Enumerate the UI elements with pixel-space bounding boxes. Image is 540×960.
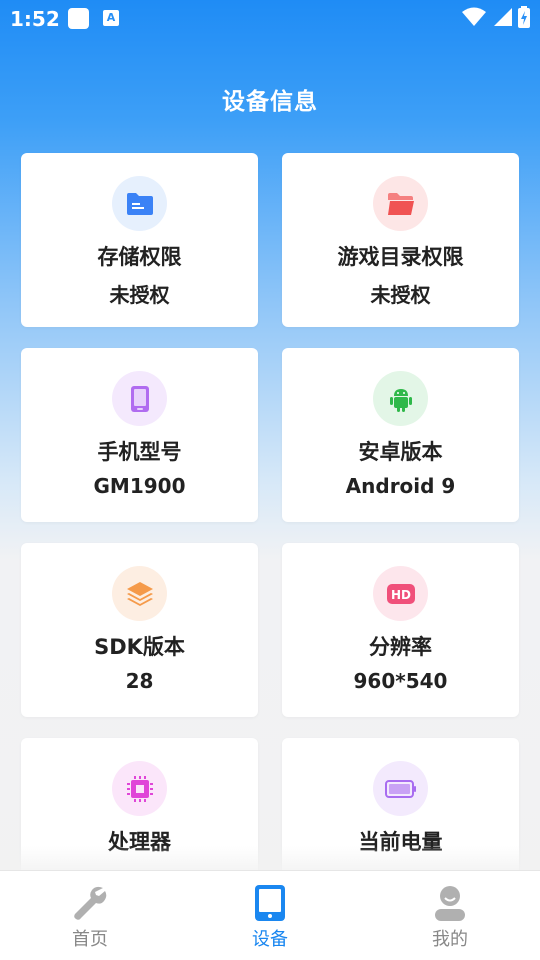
card-value: Android 9	[345, 474, 456, 498]
android-icon	[373, 371, 428, 426]
nav-item-device[interactable]: 设备	[180, 871, 360, 960]
notification-badge-icon: A	[103, 10, 119, 26]
card-value: GM1900	[93, 474, 186, 498]
status-bar: 1:52 A	[0, 0, 540, 36]
signal-icon	[494, 8, 512, 26]
card-label: 存储权限	[97, 245, 182, 269]
card-label: SDK版本	[94, 635, 185, 659]
card-label: 游戏目录权限	[337, 245, 464, 269]
nav-item-profile[interactable]: 我的	[360, 871, 540, 960]
nav-label: 我的	[432, 929, 468, 950]
card-value: 28	[125, 669, 154, 693]
folder-icon	[112, 176, 167, 231]
battery-icon	[373, 761, 428, 816]
user-icon	[435, 886, 465, 921]
card-label: 安卓版本	[358, 440, 443, 464]
status-icons	[462, 6, 530, 28]
wrench-icon	[74, 886, 107, 920]
hd-icon: HD	[373, 566, 428, 621]
tablet-icon	[255, 885, 285, 921]
status-time: 1:52	[10, 7, 60, 31]
nav-label: 首页	[72, 929, 108, 950]
folder-open-icon	[373, 176, 428, 231]
notification-icon	[68, 8, 89, 29]
nav-label: 设备	[252, 929, 288, 950]
layers-icon	[112, 566, 167, 621]
card-value: 960*540	[353, 669, 448, 693]
card-label: 手机型号	[97, 440, 182, 464]
chip-icon	[112, 761, 167, 816]
card-storage-permission[interactable]: 存储权限 未授权	[21, 153, 258, 327]
card-game-dir-permission[interactable]: 游戏目录权限 未授权	[282, 153, 519, 327]
card-label: 分辨率	[369, 635, 432, 659]
card-android-version[interactable]: 安卓版本 Android 9	[282, 348, 519, 522]
card-value: 未授权	[109, 283, 170, 307]
nav-item-home[interactable]: 首页	[0, 871, 180, 960]
bottom-nav: 首页 设备 我的	[0, 870, 540, 960]
page-title: 设备信息	[222, 89, 318, 115]
card-sdk-version[interactable]: SDK版本 28	[21, 543, 258, 717]
svg-text:HD: HD	[390, 588, 410, 602]
card-phone-model[interactable]: 手机型号 GM1900	[21, 348, 258, 522]
battery-status-icon	[518, 6, 530, 28]
scroll-fade	[0, 846, 540, 870]
wifi-icon	[462, 7, 486, 26]
card-resolution[interactable]: HD 分辨率 960*540	[282, 543, 519, 717]
phone-icon	[112, 371, 167, 426]
card-value: 未授权	[370, 283, 431, 307]
